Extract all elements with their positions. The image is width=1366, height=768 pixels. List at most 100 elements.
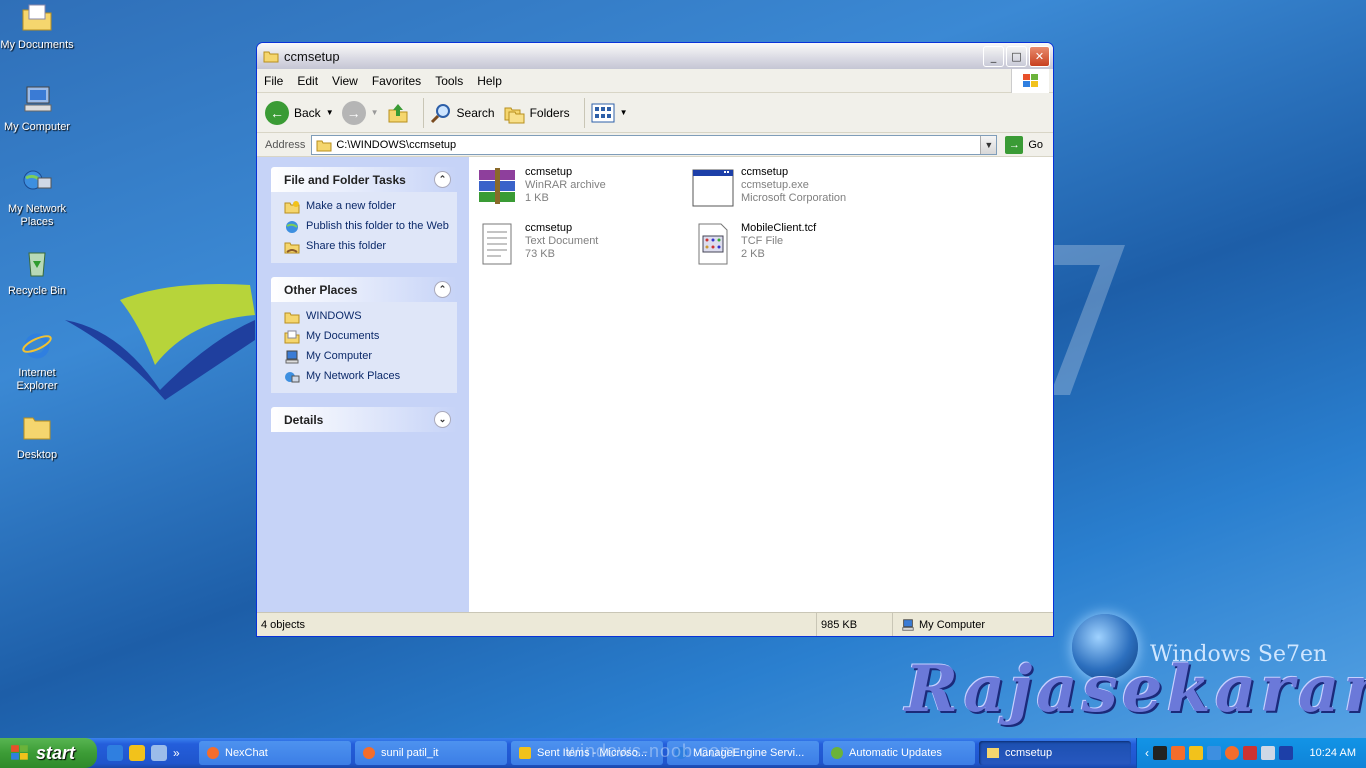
exe-icon: [692, 169, 734, 207]
system-tray: ‹ 10:24 AM: [1136, 738, 1366, 768]
toolbar-separator: [422, 97, 424, 128]
computer-icon: [24, 86, 52, 112]
views-button[interactable]: ▼: [591, 103, 628, 123]
desktop-icon-my-network-places[interactable]: My Network Places: [0, 166, 74, 229]
tray-app-icon[interactable]: [1189, 746, 1203, 760]
menu-file[interactable]: File: [257, 74, 290, 88]
file-item[interactable]: ccmsetup WinRAR archive 1 KB: [475, 166, 606, 210]
forward-button[interactable]: → ▼: [341, 100, 379, 125]
wallpaper-author-text: Rajasekaran: [905, 652, 1366, 727]
menu-favorites[interactable]: Favorites: [365, 74, 428, 88]
address-label: Address: [265, 138, 306, 151]
documents-icon: [284, 330, 300, 344]
up-folder-button[interactable]: [387, 102, 409, 124]
place-my-documents[interactable]: My Documents: [284, 327, 457, 347]
clock[interactable]: 10:24 AM: [1310, 747, 1356, 759]
collapse-icon[interactable]: ⌃: [434, 281, 451, 298]
place-windows[interactable]: WINDOWS: [284, 307, 457, 327]
desktop-icon-desktop[interactable]: Desktop: [0, 412, 74, 462]
tray-app-icon[interactable]: [1153, 746, 1167, 760]
new-folder-icon: [284, 201, 300, 214]
go-button[interactable]: → Go: [1005, 135, 1043, 154]
file-list: ccmsetup WinRAR archive 1 KB ccmsetup ccmse…: [469, 157, 1053, 612]
panel-header[interactable]: Details ⌄: [271, 407, 457, 432]
collapse-icon[interactable]: ⌃: [434, 171, 451, 188]
maximize-button[interactable]: □: [1006, 45, 1027, 67]
desktop-icon-my-computer[interactable]: My Computer: [0, 84, 74, 134]
network-icon: [23, 170, 52, 190]
tray-expand-icon[interactable]: ‹: [1145, 746, 1149, 760]
file-item[interactable]: ccmsetup ccmsetup.exe Microsoft Corporatio…: [691, 166, 846, 210]
outlook-quicklaunch-icon[interactable]: [129, 745, 145, 761]
ie-quicklaunch-icon[interactable]: [107, 745, 123, 761]
back-button[interactable]: ← Back ▼: [265, 100, 334, 125]
menu-view[interactable]: View: [325, 74, 365, 88]
watermark: windows-noob.com: [566, 741, 737, 761]
expand-icon[interactable]: ⌄: [434, 411, 451, 428]
other-places-panel: Other Places ⌃ WINDOWS My Documents My C…: [271, 277, 457, 393]
tcf-icon: [698, 223, 728, 265]
address-input[interactable]: C:\WINDOWS\ccmsetup ▼: [311, 134, 998, 155]
search-button[interactable]: Search: [430, 102, 495, 124]
folder-icon: [263, 51, 279, 63]
desktop-icon-my-documents[interactable]: My Documents: [0, 2, 74, 52]
file-item[interactable]: ccmsetup Text Document 73 KB: [475, 222, 598, 266]
folders-button[interactable]: Folders: [503, 102, 570, 124]
place-my-network-places[interactable]: My Network Places: [284, 367, 457, 387]
task-share-folder[interactable]: Share this folder: [284, 237, 457, 257]
taskbar-item-ccmsetup[interactable]: ccmsetup: [979, 741, 1131, 765]
views-icon: [591, 103, 615, 122]
tray-network-icon[interactable]: [1207, 746, 1221, 760]
menu-bar: File Edit View Favorites Tools Help: [257, 69, 1053, 93]
recycle-bin-icon: [28, 252, 46, 277]
task-pane: File and Folder Tasks ⌃ Make a new folde…: [257, 157, 469, 612]
close-button[interactable]: ✕: [1029, 45, 1050, 67]
window-title: ccmsetup: [284, 48, 340, 64]
internet-explorer-icon: [22, 333, 52, 359]
panel-header[interactable]: File and Folder Tasks ⌃: [271, 167, 457, 192]
address-bar: Address C:\WINDOWS\ccmsetup ▼ → Go: [257, 133, 1053, 157]
folders-icon: [504, 107, 525, 123]
taskbar-item-automatic-updates[interactable]: Automatic Updates: [823, 741, 975, 765]
go-arrow-icon: →: [1005, 135, 1024, 154]
place-my-computer[interactable]: My Computer: [284, 347, 457, 367]
toolbar: ← Back ▼ → ▼ Search Folders ▼: [257, 93, 1053, 133]
status-bar: 4 objects 985 KB My Computer: [257, 612, 1053, 636]
tray-app-icon[interactable]: [1279, 746, 1293, 760]
tray-app-icon[interactable]: [1261, 746, 1275, 760]
tray-app-icon[interactable]: [1171, 746, 1185, 760]
forward-arrow-icon: →: [341, 100, 366, 125]
status-objects: 4 objects: [257, 613, 817, 636]
folder-icon: [284, 312, 300, 324]
menu-edit[interactable]: Edit: [290, 74, 325, 88]
address-dropdown-button[interactable]: ▼: [980, 135, 997, 154]
chat-icon: [363, 747, 375, 759]
outlook-icon: [519, 747, 531, 759]
start-button[interactable]: start: [0, 738, 97, 768]
publish-web-icon: [286, 221, 298, 233]
minimize-button[interactable]: _: [983, 45, 1004, 67]
file-item[interactable]: MobileClient.tcf TCF File 2 KB: [691, 222, 816, 266]
title-bar[interactable]: ccmsetup _ □ ✕: [257, 43, 1053, 69]
menu-help[interactable]: Help: [470, 74, 509, 88]
desktop-icon-recycle-bin[interactable]: Recycle Bin: [0, 248, 74, 298]
menu-tools[interactable]: Tools: [428, 74, 470, 88]
panel-header[interactable]: Other Places ⌃: [271, 277, 457, 302]
wallpaper-swoosh: [65, 284, 255, 400]
folder-icon: [316, 140, 332, 151]
taskbar-item-nexchat[interactable]: NexChat: [199, 741, 351, 765]
chevron-down-icon: ▼: [325, 108, 334, 117]
task-publish-web[interactable]: Publish this folder to the Web: [284, 217, 457, 237]
search-icon: [430, 103, 450, 123]
winrar-icon: [479, 168, 515, 204]
quicklaunch-more-icon[interactable]: »: [173, 746, 180, 760]
taskbar-item-sunil[interactable]: sunil patil_it: [355, 741, 507, 765]
windows-flag-icon: [1011, 69, 1049, 93]
desktop-quicklaunch-icon[interactable]: [151, 745, 167, 761]
network-icon: [285, 372, 300, 383]
toolbar-separator: [583, 97, 585, 128]
tray-chat-icon[interactable]: [1225, 746, 1239, 760]
tray-antivirus-icon[interactable]: [1243, 746, 1257, 760]
desktop-icon-internet-explorer[interactable]: Internet Explorer: [0, 330, 74, 393]
task-make-new-folder[interactable]: Make a new folder: [284, 197, 457, 217]
